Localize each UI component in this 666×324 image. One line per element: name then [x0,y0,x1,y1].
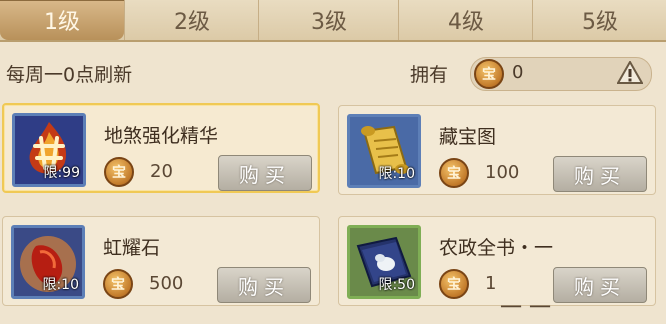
item-name: 虹耀石 [103,237,161,259]
purchase-limit: 限:50 [378,277,415,293]
treasure-coin-icon: 宝 [474,59,504,89]
shop-item-card[interactable]: 限:99 地煞强化精华 宝 20 购买 [2,103,320,193]
treasure-coin-icon: 宝 [104,157,134,187]
item-name: 藏宝图 [439,126,497,148]
refresh-notice: 每周一0点刷新 [6,64,133,86]
book-icon: 限:50 [347,225,421,299]
buy-button[interactable]: 购买 [553,267,647,303]
purchase-limit: 限:99 [43,165,80,181]
tier-tab-bar: 1级 2级 3级 4级 5级 [0,0,666,42]
tab-tier-1[interactable]: 1级 [0,0,124,40]
tab-tier-4[interactable]: 4级 [398,0,533,40]
treasure-coin-icon: 宝 [439,269,469,299]
item-price: 1 [485,273,497,294]
tab-tier-5[interactable]: 5级 [532,0,666,40]
owned-label: 拥有 [410,64,449,86]
shop-item-card[interactable]: 限:50 农政全书・一 宝 1 购买 [338,216,656,306]
buy-button[interactable]: 购买 [553,156,647,192]
shop-item-card[interactable]: 限:10 藏宝图 宝 100 购买 [338,105,656,195]
treasure-coin-icon: 宝 [103,269,133,299]
purchase-limit: 限:10 [378,166,415,182]
treasure-map-scroll-icon: 限:10 [347,114,421,188]
overlay-text: 一 一 [500,296,551,321]
item-price: 20 [150,161,173,182]
treasure-coin-icon: 宝 [439,158,469,188]
purchase-limit: 限:10 [42,277,79,293]
item-price: 500 [149,273,184,294]
owned-amount: 0 [512,62,524,83]
item-name: 地煞强化精华 [104,125,219,147]
tab-tier-3[interactable]: 3级 [258,0,399,40]
shop-item-card[interactable]: 限:10 虹耀石 宝 500 购买 [2,216,320,306]
red-stone-icon: 限:10 [11,225,85,299]
fire-glyph-icon: 限:99 [12,113,86,187]
tab-tier-2[interactable]: 2级 [124,0,259,40]
item-name: 农政全书・一 [439,237,554,259]
item-price: 100 [485,162,520,183]
buy-button[interactable]: 购买 [218,155,312,191]
buy-button[interactable]: 购买 [217,267,311,303]
info-warning-icon[interactable] [617,61,643,85]
